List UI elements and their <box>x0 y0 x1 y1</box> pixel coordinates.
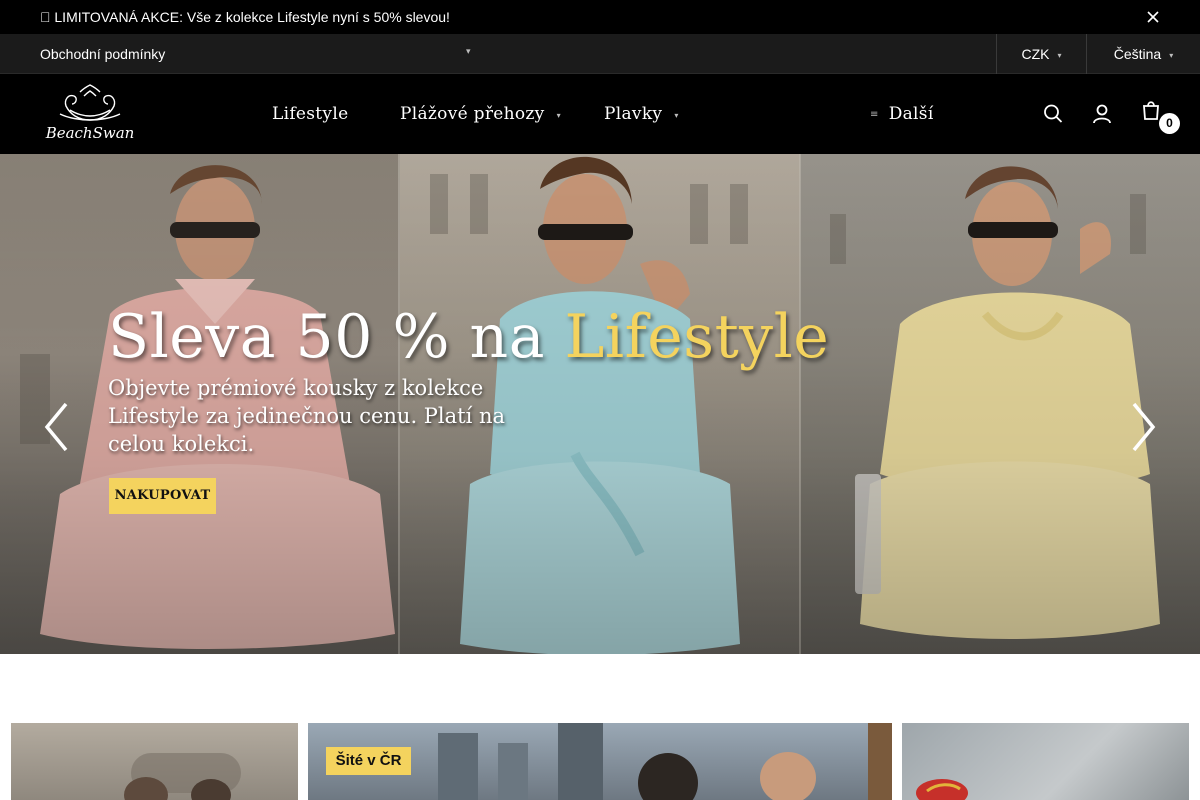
utility-bar: Obchodní podmínky ▾ CZK ▾ Čeština ▾ <box>0 34 1200 74</box>
category-photo <box>124 753 241 800</box>
nav-more-label: Další <box>888 104 934 124</box>
nav-beach-covers-label: Plážové přehozy <box>400 104 545 124</box>
hero-title: Sleva 50 % na Lifestyle <box>108 302 829 372</box>
chevron-down-icon: ▾ <box>674 110 679 120</box>
nav-beach-covers[interactable]: Plážové přehozy ▾ <box>400 104 561 124</box>
nav-lifestyle-label: Lifestyle <box>272 104 349 124</box>
hero-title-accent: Lifestyle <box>564 302 830 372</box>
cart-count-badge: 0 <box>1159 113 1180 134</box>
chevron-down-icon[interactable]: ▾ <box>466 46 471 57</box>
made-in-cz-badge: Šité v ČR <box>326 747 411 775</box>
currency-label: CZK <box>1021 46 1050 62</box>
nav-swimwear[interactable]: Plavky ▾ <box>604 104 679 124</box>
swan-logo-icon <box>59 84 121 121</box>
promo-text:  LIMITOVANÁ AKCE: Vše z kolekce Lifesty… <box>40 9 450 25</box>
promo-bar:  LIMITOVANÁ AKCE: Vše z kolekce Lifesty… <box>0 0 1200 34</box>
hero-slider[interactable]: Sleva 50 % na Lifestyle Objevte prémiové… <box>0 154 1200 654</box>
nav-swimwear-label: Plavky <box>604 104 663 124</box>
main-header: BeachSwan Lifestyle Plážové přehozy ▾ Pl… <box>0 74 1200 154</box>
chevron-down-icon: ▾ <box>1057 51 1062 60</box>
chevron-down-icon: ▾ <box>556 110 561 120</box>
currency-selector[interactable]: CZK ▾ <box>996 34 1086 74</box>
category-tile[interactable]: Šité v ČR <box>308 723 892 800</box>
category-tile[interactable] <box>11 723 298 800</box>
search-icon[interactable] <box>1042 102 1064 126</box>
nav-lifestyle[interactable]: Lifestyle <box>272 104 348 124</box>
hero-subtitle: Objevte prémiové kousky z kolekce Lifest… <box>108 376 506 456</box>
chevron-left-icon[interactable] <box>42 400 70 454</box>
cart-icon[interactable] <box>1140 98 1162 122</box>
logo-text: BeachSwan <box>45 124 135 142</box>
category-photo <box>916 779 968 800</box>
language-label: Čeština <box>1113 46 1162 62</box>
chevron-down-icon: ▾ <box>1169 51 1174 60</box>
close-icon[interactable] <box>1144 8 1162 26</box>
chevron-right-icon[interactable] <box>1130 400 1158 454</box>
menu-icon: ≡ <box>870 108 879 120</box>
user-icon[interactable] <box>1091 102 1113 126</box>
shop-now-button[interactable]: NAKUPOVAT <box>109 478 216 514</box>
nav-more[interactable]: ≡ Další <box>870 104 934 124</box>
language-selector[interactable]: Čeština ▾ <box>1086 34 1200 74</box>
terms-link[interactable]: Obchodní podmínky <box>40 46 165 62</box>
category-tile[interactable] <box>902 723 1189 800</box>
hero-title-lead: Sleva 50 % na <box>108 302 565 372</box>
logo[interactable]: BeachSwan <box>40 84 140 146</box>
